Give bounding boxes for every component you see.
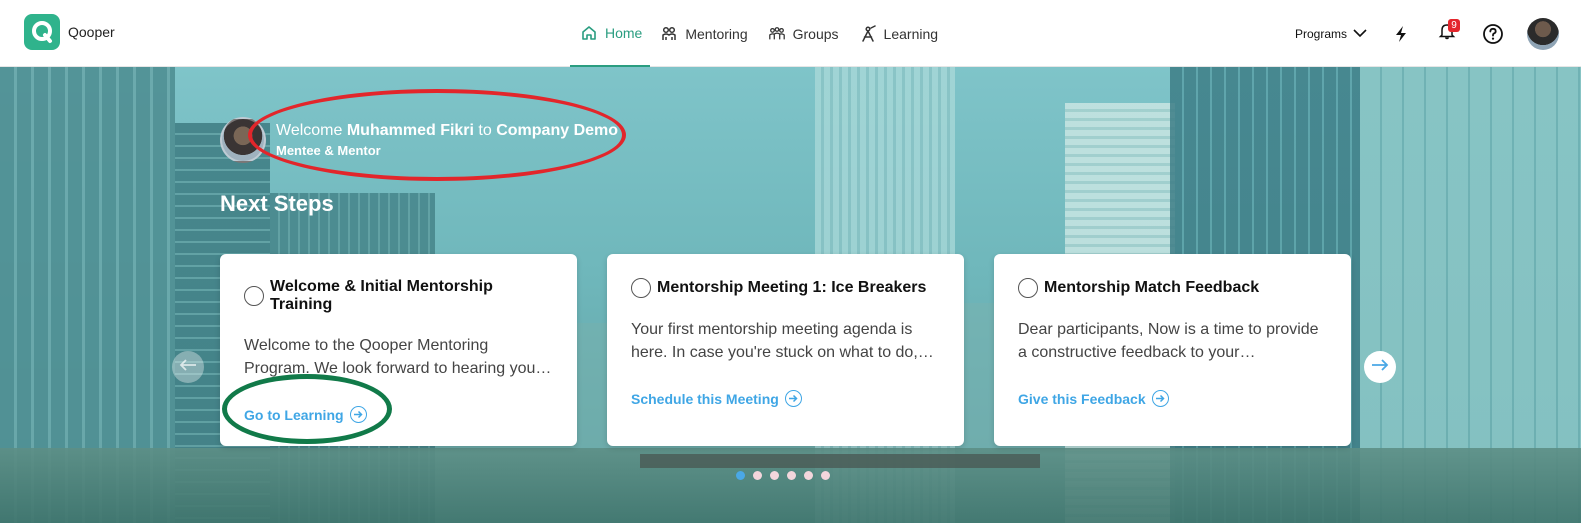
carousel-dot[interactable] xyxy=(753,471,762,480)
main-nav: Home Mentoring Groups Learning xyxy=(570,0,948,67)
card-description: Dear participants, Now is a time to prov… xyxy=(1018,321,1319,361)
programs-label: Programs xyxy=(1294,26,1347,41)
card-title: Mentorship Meeting 1: Ice Breakers xyxy=(657,279,927,296)
top-navigation-bar: Qooper Home Mentoring Groups Learning Pr… xyxy=(0,0,1581,67)
card-header: Welcome & Initial Mentorship Training xyxy=(244,278,553,314)
next-step-card: Mentorship Meeting 1: Ice Breakers Your … xyxy=(607,254,964,446)
brand[interactable]: Qooper xyxy=(24,14,115,50)
welcome-prefix: Welcome xyxy=(276,122,347,139)
card-header: Mentorship Meeting 1: Ice Breakers xyxy=(631,278,940,298)
give-feedback-link[interactable]: Give this Feedback xyxy=(1018,390,1169,407)
go-to-learning-link[interactable]: Go to Learning xyxy=(244,406,367,423)
carousel-dot[interactable] xyxy=(787,471,796,480)
next-step-card: Welcome & Initial Mentorship Training We… xyxy=(220,254,577,446)
carousel-dot[interactable] xyxy=(736,471,745,480)
card-title: Welcome & Initial Mentorship Training xyxy=(270,278,493,313)
next-steps-heading: Next Steps xyxy=(220,191,334,216)
carousel-dots xyxy=(736,471,830,480)
carousel-dot[interactable] xyxy=(821,471,830,480)
welcome-mid: to xyxy=(473,122,497,139)
groups-icon xyxy=(768,25,786,43)
user-avatar[interactable] xyxy=(1527,17,1559,50)
notification-count-badge: 9 xyxy=(1448,18,1460,32)
nav-learning-label: Learning xyxy=(883,25,939,42)
help-icon[interactable] xyxy=(1481,22,1505,46)
arrow-right-circle-icon xyxy=(349,406,367,423)
step-complete-radio[interactable] xyxy=(1018,278,1038,298)
programs-dropdown[interactable]: Programs xyxy=(1295,27,1367,41)
carousel-dot[interactable] xyxy=(770,471,779,480)
nav-mentoring[interactable]: Mentoring xyxy=(650,0,757,67)
nav-groups-label: Groups xyxy=(792,25,839,42)
next-step-card: Mentorship Match Feedback Dear participa… xyxy=(994,254,1351,446)
user-role: Mentee & Mentor xyxy=(276,143,381,158)
carousel-prev-button[interactable] xyxy=(172,351,204,383)
qooper-logo-icon xyxy=(24,14,60,50)
header-tools: Programs 9 xyxy=(1295,0,1559,67)
card-title: Mentorship Match Feedback xyxy=(1044,279,1260,296)
card-description: Welcome to the Qooper Mentoring Program.… xyxy=(244,337,552,377)
arrow-left-icon xyxy=(179,358,197,377)
step-complete-radio[interactable] xyxy=(631,278,651,298)
step-complete-radio[interactable] xyxy=(244,286,264,306)
arrow-right-circle-icon xyxy=(784,390,802,407)
carousel-dot[interactable] xyxy=(804,471,813,480)
card-description: Your first mentorship meeting agenda is … xyxy=(631,321,934,361)
nav-home[interactable]: Home xyxy=(570,0,651,67)
welcome-message: Welcome Muhammed Fikri to Company Demo xyxy=(276,120,618,142)
arrow-right-icon xyxy=(1371,358,1389,377)
hero-banner: Welcome Muhammed Fikri to Company Demo M… xyxy=(0,67,1581,523)
brand-name: Qooper xyxy=(68,24,115,40)
nav-home-label: Home xyxy=(605,24,643,41)
nav-mentoring-label: Mentoring xyxy=(685,25,748,42)
welcome-user-name: Muhammed Fikri xyxy=(346,122,474,139)
background-bridge xyxy=(640,454,1040,468)
card-link-label: Schedule this Meeting xyxy=(631,390,779,407)
home-icon xyxy=(580,24,598,42)
arrow-right-circle-icon xyxy=(1151,390,1169,407)
card-link-label: Go to Learning xyxy=(244,406,344,423)
welcome-company: Company Demo xyxy=(496,122,619,139)
learning-icon xyxy=(859,24,877,43)
mentoring-icon xyxy=(660,25,678,43)
card-header: Mentorship Match Feedback xyxy=(1018,278,1327,298)
chevron-down-icon xyxy=(1353,27,1367,41)
nav-groups[interactable]: Groups xyxy=(758,0,849,67)
welcome-avatar[interactable] xyxy=(220,117,266,163)
notifications-button[interactable]: 9 xyxy=(1435,18,1460,46)
carousel-next-button[interactable] xyxy=(1364,351,1396,383)
welcome-block: Welcome Muhammed Fikri to Company Demo M… xyxy=(220,117,618,163)
schedule-meeting-link[interactable]: Schedule this Meeting xyxy=(631,390,802,407)
welcome-text: Welcome Muhammed Fikri to Company Demo M… xyxy=(276,120,618,160)
lightning-icon[interactable] xyxy=(1389,22,1413,46)
nav-learning[interactable]: Learning xyxy=(849,0,949,67)
card-link-label: Give this Feedback xyxy=(1018,390,1146,407)
